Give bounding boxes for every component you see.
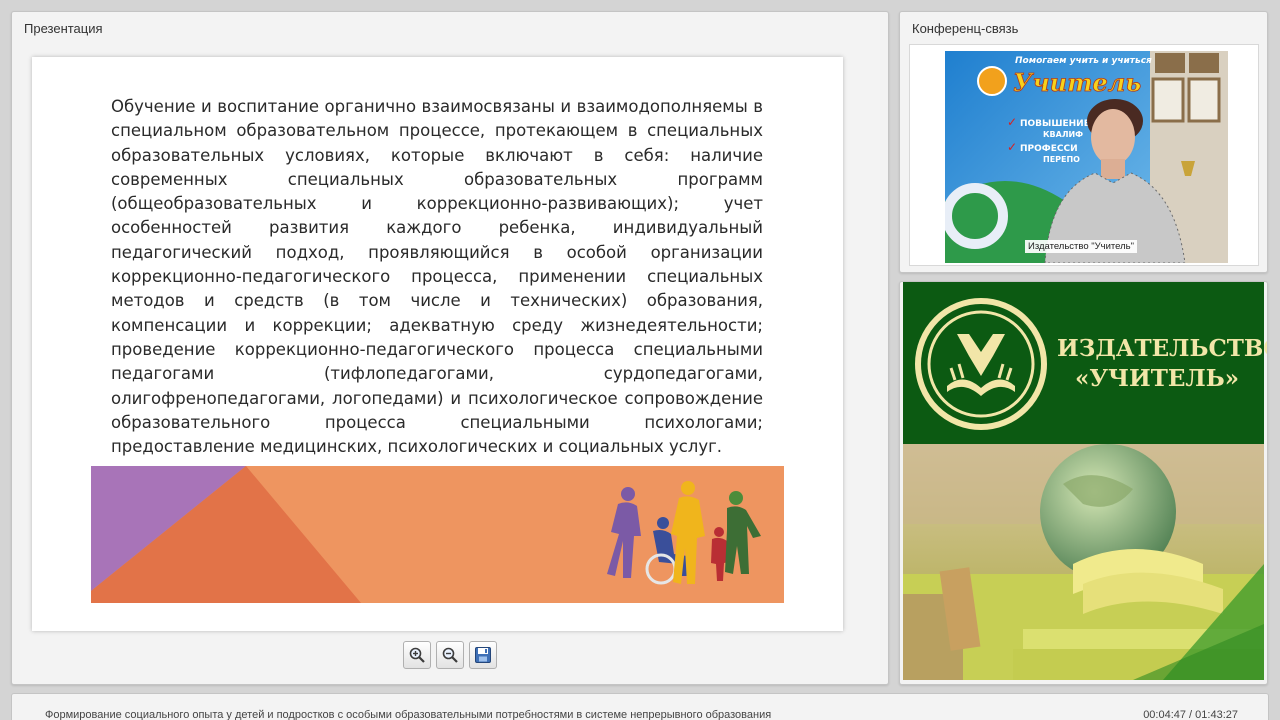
slide-banner-illustration — [91, 466, 784, 603]
publisher-name-line1: ИЗДАТЕЛЬСТВО — [1057, 335, 1268, 362]
publisher-panel: ИЗДАТЕЛЬСТВО «УЧИТЕЛЬ» — [899, 281, 1268, 685]
video-caption: Издательство "Учитель" — [1025, 240, 1138, 253]
zoom-in-icon — [409, 647, 425, 663]
webcam-video[interactable]: Помогаем учить и учиться Учитель ✓ ПОВЫШ… — [945, 51, 1228, 263]
video-banner-item-1: ПОВЫШЕНИЕ — [1020, 119, 1090, 129]
conference-panel-title: Конференц-связь — [912, 21, 1019, 36]
footer-bar: Формирование социального опыта у детей и… — [11, 693, 1269, 720]
books-globe-illustration — [903, 444, 1264, 680]
publisher-books-image — [903, 444, 1264, 680]
playback-time: 00:04:47 / 01:43:27 — [1143, 709, 1238, 720]
publisher-logo-icon — [915, 298, 1047, 430]
slide-toolbar — [403, 641, 497, 671]
video-banner-item-2: ПРОФЕССИ — [1020, 144, 1078, 154]
svg-text:✓: ✓ — [1007, 115, 1017, 129]
floppy-disk-icon — [475, 647, 491, 663]
presentation-panel-title: Презентация — [24, 21, 103, 36]
video-banner-item-2b: ПЕРЕПО — [1043, 155, 1080, 164]
publisher-name: ИЗДАТЕЛЬСТВО «УЧИТЕЛЬ» — [1057, 334, 1268, 394]
course-title: Формирование социального опыта у детей и… — [45, 709, 772, 720]
save-button[interactable] — [469, 641, 497, 669]
video-banner-item-1b: КВАЛИФ — [1043, 130, 1083, 139]
zoom-out-icon — [442, 647, 458, 663]
publisher-name-line2: «УЧИТЕЛЬ» — [1074, 365, 1240, 392]
conference-panel: Конференц-связь Помогаем учить и учиться… — [899, 11, 1268, 273]
presentation-panel: Презентация Обучение и воспитание органи… — [11, 11, 889, 685]
svg-text:✓: ✓ — [1007, 140, 1017, 154]
presentation-slide: Обучение и воспитание органично взаимосв… — [32, 57, 843, 631]
video-banner-top-line: Помогаем учить и учиться — [1015, 56, 1152, 66]
video-banner-brand: Учитель — [1013, 68, 1141, 97]
video-frame: Помогаем учить и учиться Учитель ✓ ПОВЫШ… — [909, 44, 1259, 266]
webcam-scene: Помогаем учить и учиться Учитель ✓ ПОВЫШ… — [945, 51, 1228, 263]
zoom-out-button[interactable] — [436, 641, 464, 669]
publisher-header: ИЗДАТЕЛЬСТВО «УЧИТЕЛЬ» — [903, 282, 1268, 444]
slide-text: Обучение и воспитание органично взаимосв… — [111, 97, 763, 457]
zoom-in-button[interactable] — [403, 641, 431, 669]
